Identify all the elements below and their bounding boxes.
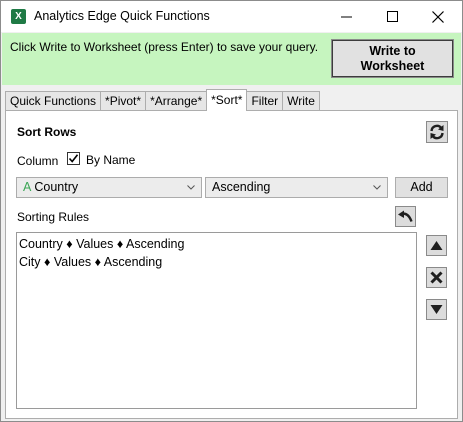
- section-title: Sort Rows: [17, 125, 77, 139]
- column-label: Column: [17, 154, 59, 168]
- move-up-button[interactable]: [426, 235, 447, 256]
- title-bar[interactable]: X Analytics Edge Quick Functions: [1, 1, 462, 32]
- quick-functions-window: X Analytics Edge Quick Functions Click W…: [0, 0, 463, 422]
- column-select[interactable]: A Country: [16, 177, 202, 198]
- by-name-label: By Name: [86, 153, 136, 167]
- list-item[interactable]: City ♦ Values ♦ Ascending: [19, 254, 162, 270]
- sorting-rules-label: Sorting Rules: [17, 210, 90, 224]
- tab-arrange[interactable]: *Arrange*: [145, 91, 208, 111]
- chevron-down-icon: [187, 178, 195, 197]
- sort-order-select[interactable]: Ascending: [205, 177, 388, 198]
- refresh-icon: [430, 124, 444, 140]
- text-column-icon: A: [23, 180, 32, 194]
- delete-icon: [430, 271, 443, 284]
- write-to-worksheet-button[interactable]: Write to Worksheet: [331, 39, 454, 78]
- function-tabs: Quick Functions *Pivot* *Arrange* *Sort*…: [5, 89, 320, 111]
- undo-button[interactable]: [395, 206, 416, 227]
- column-select-value: Country: [34, 180, 79, 194]
- by-name-checkbox[interactable]: [67, 152, 80, 165]
- tab-quick-functions[interactable]: Quick Functions: [5, 91, 102, 111]
- tab-pivot[interactable]: *Pivot*: [100, 91, 147, 111]
- refresh-button[interactable]: [426, 121, 448, 143]
- sort-order-value: Ascending: [212, 180, 271, 194]
- status-banner: Click Write to Worksheet (press Enter) t…: [2, 33, 461, 85]
- sort-panel: Sort Rows Column By Name A Country Ascend…: [5, 110, 458, 419]
- tab-write[interactable]: Write: [282, 91, 320, 111]
- excel-app-icon: X: [11, 9, 29, 24]
- window-title: Analytics Edge Quick Functions: [34, 9, 210, 23]
- maximize-button[interactable]: [369, 1, 415, 32]
- banner-message: Click Write to Worksheet (press Enter) t…: [10, 40, 319, 54]
- close-button[interactable]: [415, 1, 461, 32]
- sorting-rules-list[interactable]: Country ♦ Values ♦ Ascending City ♦ Valu…: [16, 232, 417, 409]
- move-down-icon: [430, 305, 443, 314]
- close-icon: [432, 10, 444, 23]
- move-up-icon: [430, 241, 443, 250]
- list-item[interactable]: Country ♦ Values ♦ Ascending: [19, 236, 184, 252]
- minimize-button[interactable]: [323, 1, 369, 32]
- add-rule-button[interactable]: Add: [395, 177, 448, 198]
- undo-icon: [398, 210, 413, 222]
- checkmark-icon: [68, 154, 79, 163]
- minimize-icon: [340, 16, 352, 18]
- move-down-button[interactable]: [426, 299, 447, 320]
- delete-rule-button[interactable]: [426, 267, 447, 288]
- tab-sort[interactable]: *Sort*: [206, 89, 248, 111]
- chevron-down-icon: [373, 178, 381, 197]
- tab-filter[interactable]: Filter: [246, 91, 284, 111]
- maximize-icon: [386, 11, 398, 22]
